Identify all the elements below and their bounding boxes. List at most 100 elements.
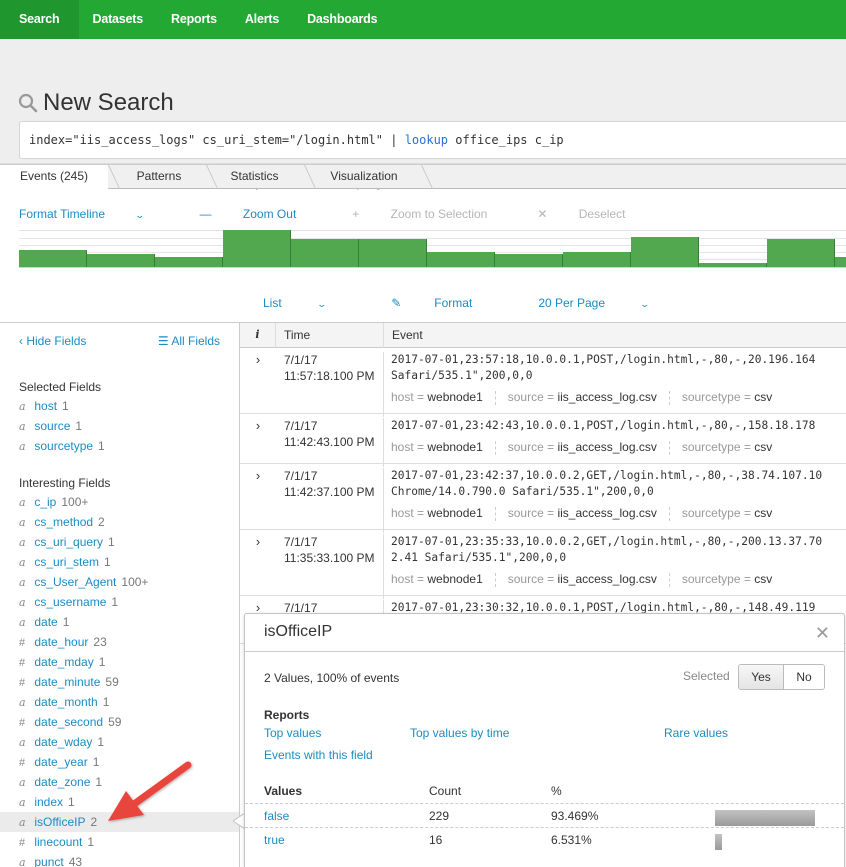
meta-sourcetype[interactable]: sourcetype = csv [682, 506, 772, 521]
selected-yes-button[interactable]: Yes [739, 665, 784, 689]
report-top-values-link[interactable]: Top values [264, 726, 321, 740]
meta-sourcetype[interactable]: sourcetype = csv [682, 440, 772, 455]
field-name: date_wday [34, 735, 93, 749]
meta-source[interactable]: source = iis_access_log.csv [508, 572, 657, 587]
expand-chevron-icon[interactable]: › [240, 352, 276, 367]
meta-source[interactable]: source = iis_access_log.csv [508, 440, 657, 455]
field-item-punct[interactable]: a punct 43 [0, 852, 239, 867]
report-top-values-by-time-link[interactable]: Top values by time [410, 726, 509, 740]
list-view-dropdown[interactable]: List ⌄ [263, 296, 358, 310]
field-item-date-second[interactable]: # date_second 59 [0, 712, 239, 732]
tab-patterns[interactable]: Patterns [114, 165, 204, 189]
report-events-with-field-link[interactable]: Events with this field [264, 748, 373, 762]
field-item-c-ip[interactable]: a c_ip 100+ [0, 492, 239, 512]
all-fields-button[interactable]: ☰ All Fields [158, 334, 220, 348]
expand-chevron-icon[interactable]: › [240, 468, 276, 483]
expand-chevron-icon[interactable]: › [240, 418, 276, 433]
nav-reports[interactable]: Reports [157, 0, 231, 39]
zoom-to-selection-button[interactable]: + Zoom to Selection [352, 207, 515, 221]
meta-host[interactable]: host = webnode1 [391, 572, 483, 587]
meta-host[interactable]: host = webnode1 [391, 506, 483, 521]
close-icon[interactable]: ✕ [815, 623, 830, 644]
value-bar [715, 834, 722, 850]
value-true-link[interactable]: true [264, 833, 285, 847]
meta-sourcetype-value: csv [754, 440, 773, 454]
zoom-out-button[interactable]: — Zoom Out [200, 207, 325, 221]
event-time: 7/1/17 11:42:37.100 PM [276, 468, 384, 533]
field-item-cs-user-agent[interactable]: a cs_User_Agent 100+ [0, 572, 239, 592]
field-item-host[interactable]: a host 1 [0, 396, 239, 416]
field-item-cs-uri-stem[interactable]: a cs_uri_stem 1 [0, 552, 239, 572]
deselect-button[interactable]: ✕ Deselect [537, 207, 653, 221]
field-count: 1 [102, 695, 110, 709]
value-false-link[interactable]: false [264, 809, 289, 823]
field-item-date-zone[interactable]: a date_zone 1 [0, 772, 239, 792]
timeline-bar[interactable] [291, 239, 359, 267]
field-item-date-wday[interactable]: a date_wday 1 [0, 732, 239, 752]
string-type-icon: a [19, 776, 26, 789]
timeline-bar[interactable] [563, 252, 631, 267]
field-item-date-hour[interactable]: # date_hour 23 [0, 632, 239, 652]
nav-search[interactable]: Search [0, 0, 79, 39]
timeline-bar[interactable] [427, 252, 495, 267]
meta-divider [494, 507, 496, 521]
field-item-date-year[interactable]: # date_year 1 [0, 752, 239, 772]
meta-host-value: webnode1 [427, 390, 483, 404]
field-item-linecount[interactable]: # linecount 1 [0, 832, 239, 852]
field-item-cs-username[interactable]: a cs_username 1 [0, 592, 239, 612]
field-count: 1 [92, 755, 100, 769]
meta-source[interactable]: source = iis_access_log.csv [508, 390, 657, 405]
nav-dashboards[interactable]: Dashboards [293, 0, 391, 39]
chevron-down-icon: ⌄ [316, 299, 327, 309]
event-line: Chrome/14.0.790.0 Safari/535.1",200,0,0 [391, 485, 654, 498]
timeline-bar[interactable] [835, 257, 846, 267]
format-button[interactable]: ✎ Format [391, 296, 505, 310]
field-item-cs-uri-query[interactable]: a cs_uri_query 1 [0, 532, 239, 552]
field-item-date-month[interactable]: a date_month 1 [0, 692, 239, 712]
nav-alerts[interactable]: Alerts [231, 0, 293, 39]
field-item-isofficeip[interactable]: a isOfficeIP 2 [0, 812, 239, 832]
field-item-source[interactable]: a source 1 [0, 416, 239, 436]
meta-host-label: host = [391, 440, 428, 454]
tab-visualization[interactable]: Visualization [310, 165, 418, 189]
timeline-bar[interactable] [495, 254, 563, 267]
field-count: 23 [93, 635, 107, 649]
tab-events[interactable]: Events (245) [0, 165, 108, 190]
field-item-date-mday[interactable]: # date_mday 1 [0, 652, 239, 672]
field-item-date-minute[interactable]: # date_minute 59 [0, 672, 239, 692]
timeline-bar[interactable] [699, 263, 767, 267]
meta-source-label: source = [507, 506, 558, 520]
search-query-input[interactable]: index="iis_access_logs" cs_uri_stem="/lo… [19, 121, 846, 159]
timeline-bar[interactable] [631, 237, 699, 267]
meta-host[interactable]: host = webnode1 [391, 440, 483, 455]
field-item-sourcetype[interactable]: a sourcetype 1 [0, 436, 239, 456]
format-timeline-dropdown[interactable]: Format Timeline ⌄ [19, 207, 172, 221]
field-item-cs-method[interactable]: a cs_method 2 [0, 512, 239, 532]
selected-no-button[interactable]: No [784, 665, 824, 689]
field-name: cs_User_Agent [34, 575, 117, 589]
timeline-chart[interactable] [19, 230, 846, 268]
events-table-header: i Time Event [240, 323, 846, 348]
timeline-bar[interactable] [155, 257, 223, 267]
timeline-bar[interactable] [87, 254, 155, 267]
meta-sourcetype[interactable]: sourcetype = csv [682, 390, 772, 405]
hide-fields-button[interactable]: ‹ Hide Fields [19, 334, 86, 348]
timeline-bar[interactable] [19, 250, 87, 267]
timeline-bar[interactable] [359, 239, 427, 267]
nav-datasets[interactable]: Datasets [79, 0, 158, 39]
meta-sourcetype-label: sourcetype = [681, 572, 755, 586]
header-time[interactable]: Time [276, 323, 384, 348]
meta-sourcetype-label: sourcetype = [681, 506, 755, 520]
tab-statistics[interactable]: Statistics [212, 165, 297, 189]
timeline-bar[interactable] [767, 239, 835, 267]
meta-source[interactable]: source = iis_access_log.csv [508, 506, 657, 521]
report-rare-values-link[interactable]: Rare values [664, 726, 728, 740]
meta-host[interactable]: host = webnode1 [391, 390, 483, 405]
meta-sourcetype[interactable]: sourcetype = csv [682, 572, 772, 587]
timeline-bar[interactable] [223, 230, 291, 267]
field-item-index[interactable]: a index 1 [0, 792, 239, 812]
field-item-date[interactable]: a date 1 [0, 612, 239, 632]
expand-chevron-icon[interactable]: › [240, 534, 276, 549]
meta-divider [494, 441, 496, 455]
per-page-dropdown[interactable]: 20 Per Page ⌄ [538, 296, 681, 310]
